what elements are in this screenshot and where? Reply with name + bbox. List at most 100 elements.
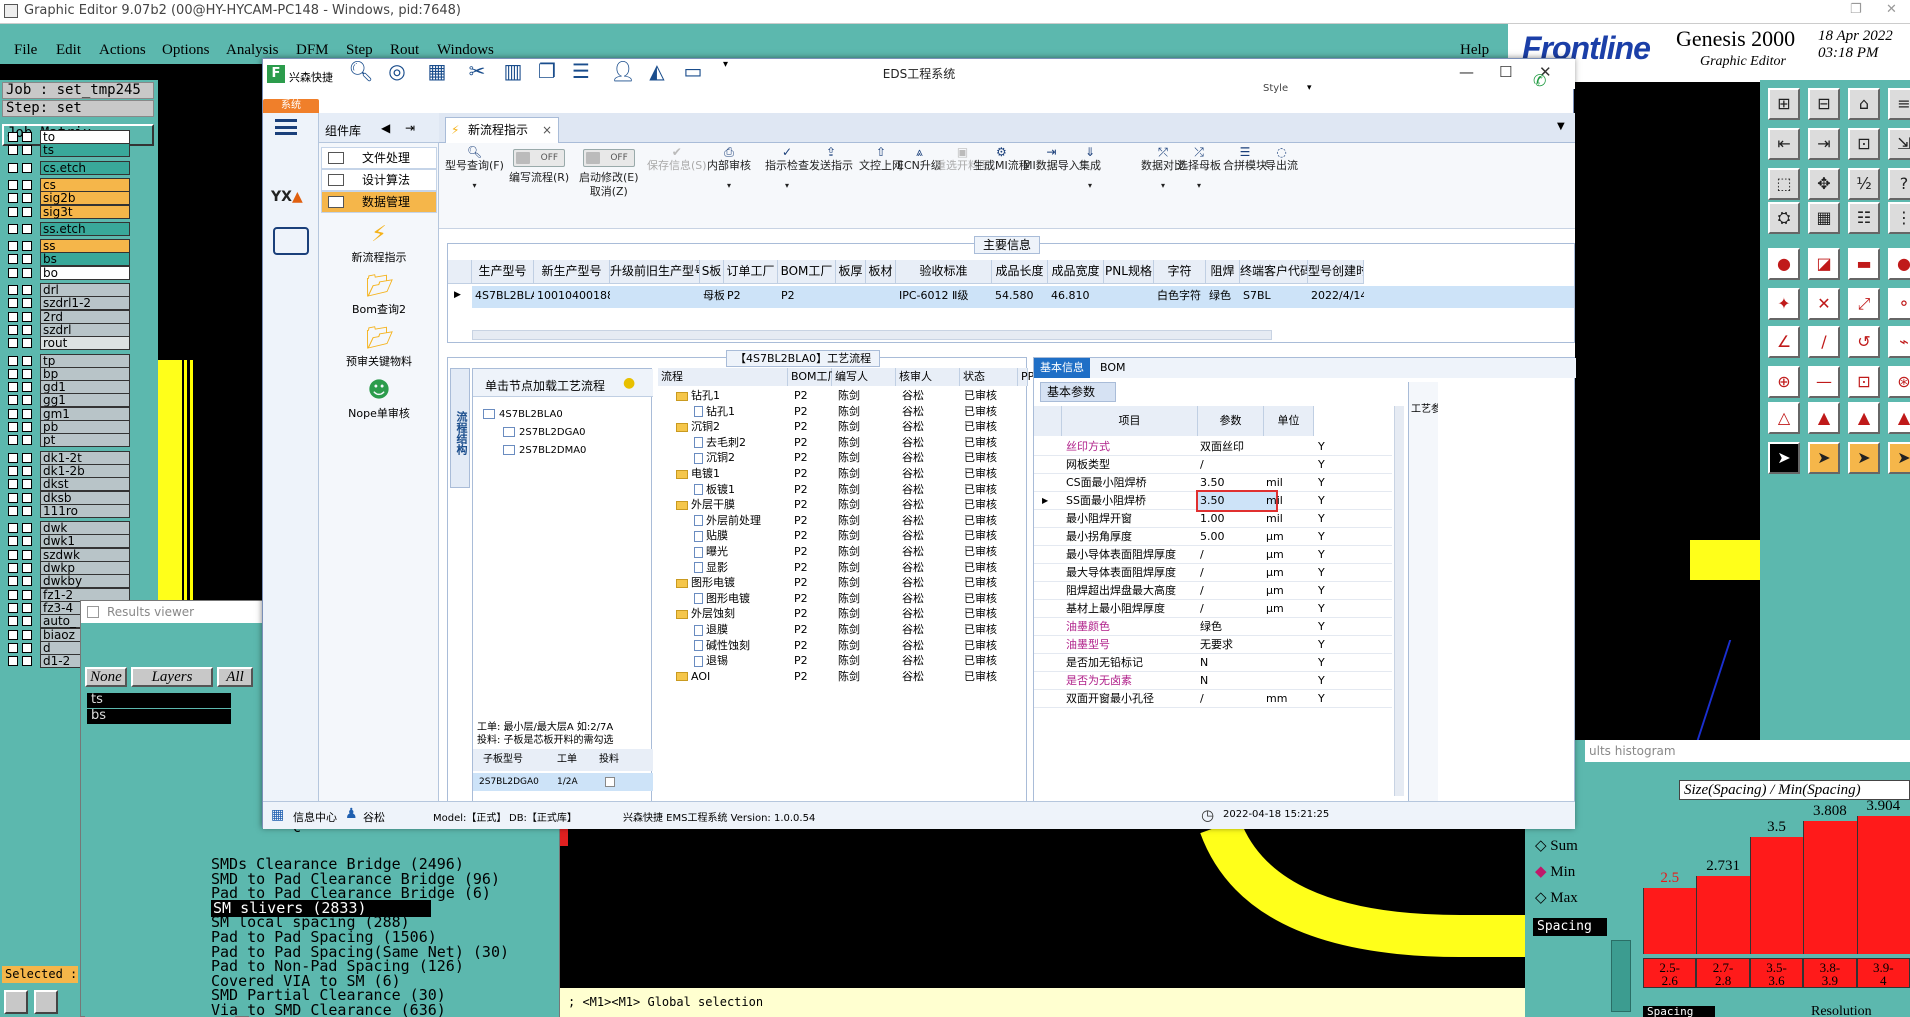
grid-cell[interactable]: 白色字符 <box>1154 286 1206 308</box>
layer-row[interactable]: ss <box>8 239 130 254</box>
layer-affected-box[interactable] <box>22 368 32 379</box>
layer-row[interactable]: bs <box>8 252 130 267</box>
flow-row[interactable]: 曝光 P2 陈剑 谷松 已审核 <box>658 544 1028 560</box>
toolbar-button[interactable]: ⇓ 集成 ▾ <box>1079 145 1101 193</box>
layer-checkbox[interactable] <box>8 465 18 476</box>
flow-row[interactable]: 钻孔1 P2 陈剑 谷松 已审核 <box>658 388 1028 404</box>
prop-column-header[interactable]: 参数 <box>1198 406 1264 436</box>
comp-item-data[interactable]: 数据管理 <box>321 191 437 213</box>
new-flow-shortcut[interactable]: ⚡ 新流程指示 <box>319 223 439 265</box>
layer-checkbox[interactable] <box>8 338 18 349</box>
prop-value[interactable]: / <box>1200 564 1204 582</box>
tool-wave-icon[interactable]: ⌁ <box>1888 326 1910 358</box>
grid-cell[interactable]: 2022/4/14 <box>1308 286 1364 308</box>
close-tab-icon[interactable]: × <box>542 118 552 142</box>
toolbar-button[interactable]: ⇪ 发送指示 <box>809 145 853 173</box>
grid-column-header[interactable]: 字符 <box>1154 260 1206 284</box>
histogram-scrollbar[interactable] <box>1611 940 1631 1012</box>
film-icon[interactable]: ▥ <box>499 59 527 83</box>
grid-column-header[interactable]: 订单工厂 <box>724 260 778 284</box>
layer-affected-box[interactable] <box>22 382 32 393</box>
flow-row[interactable]: 外层蚀刻 P2 陈剑 谷松 已审核 <box>658 606 1028 622</box>
tool-right-icon[interactable]: ⇥ <box>1808 128 1840 160</box>
tool-table-icon[interactable]: ☷ <box>1848 202 1880 234</box>
layer-checkbox[interactable] <box>8 563 18 573</box>
layer-affected-box[interactable] <box>22 241 32 252</box>
layer-checkbox[interactable] <box>8 267 18 278</box>
layer-checkbox[interactable] <box>8 642 18 653</box>
layer-affected-box[interactable] <box>22 223 32 234</box>
flow-row[interactable]: 图形电镀 P2 陈剑 谷松 已审核 <box>658 575 1028 591</box>
feed-checkbox[interactable] <box>605 777 615 787</box>
layer-affected-box[interactable] <box>22 162 32 173</box>
layer-affected-box[interactable] <box>22 523 32 534</box>
layer-affected-box[interactable] <box>22 338 32 349</box>
tool-home-icon[interactable]: ⌂ <box>1848 88 1880 120</box>
select-tool-icon[interactable] <box>4 990 28 1014</box>
prereview-shortcut[interactable]: 📂︎ 预审关键物料 <box>319 327 439 369</box>
tool-remove-icon[interactable]: ⊟ <box>1808 88 1840 120</box>
prop-row[interactable]: 网板类型 / Y <box>1034 456 1392 474</box>
flow-structure-tab[interactable]: 流程结构 <box>450 368 470 488</box>
prop-value[interactable]: 双面丝印 <box>1200 438 1244 456</box>
prop-row[interactable]: 最大导体表面阻焊厚度 / μm Y <box>1034 564 1392 582</box>
chart-icon[interactable]: ◭ <box>643 59 671 83</box>
prop-column-header[interactable]: 项目 <box>1062 406 1198 436</box>
grid-cell[interactable]: 4S7BL2BLA0 <box>472 286 534 308</box>
flow-row[interactable]: 退锡 P2 陈剑 谷松 已审核 <box>658 653 1028 669</box>
tool-target-icon[interactable]: ⊕ <box>1768 366 1800 398</box>
prop-row[interactable]: 基材上最小阻焊厚度 / μm Y <box>1034 600 1392 618</box>
grid-cell[interactable]: 54.580 <box>992 286 1048 308</box>
histogram-bar[interactable] <box>1696 876 1750 954</box>
layer-affected-box[interactable] <box>22 298 32 309</box>
layer-checkbox[interactable] <box>8 576 18 587</box>
flow-row[interactable]: 退膜 P2 陈剑 谷松 已审核 <box>658 622 1028 638</box>
flow-column-header[interactable]: 流程 <box>658 368 788 386</box>
layer-affected-box[interactable] <box>22 355 32 366</box>
layer-affected-box[interactable] <box>22 589 32 600</box>
grid-column-header[interactable]: S板 <box>700 260 724 284</box>
maximize-icon[interactable]: ☐ <box>1499 63 1512 81</box>
layer-checkbox[interactable] <box>8 589 18 600</box>
tool-dot-icon[interactable]: ● <box>1888 248 1910 280</box>
prop-value[interactable]: 3.50 <box>1196 490 1278 512</box>
layer-row[interactable]: dwk <box>8 521 130 536</box>
layer-checkbox[interactable] <box>8 452 18 463</box>
layer-checkbox[interactable] <box>8 311 18 322</box>
layer-checkbox[interactable] <box>8 549 18 560</box>
layer-checkbox[interactable] <box>8 479 18 490</box>
layer-affected-box[interactable] <box>22 549 32 560</box>
tool-resize-icon[interactable]: ⇲ <box>1888 128 1910 160</box>
flow-row[interactable]: 图形电镀 P2 陈剑 谷松 已审核 <box>658 591 1028 607</box>
grid-icon[interactable]: ▦ <box>423 59 451 83</box>
histogram-bar[interactable] <box>1643 888 1697 954</box>
layer-row[interactable]: sig2b <box>8 191 130 206</box>
layer-checkbox[interactable] <box>8 395 18 406</box>
layer-checkbox[interactable] <box>8 656 18 667</box>
style-label[interactable]: Style <box>1263 83 1288 94</box>
histogram-bar[interactable] <box>1803 820 1857 954</box>
dropdown-arrow-icon[interactable]: ▾ <box>1177 179 1221 193</box>
grid-column-header[interactable]: 验收标准 <box>896 260 992 284</box>
flow-column-header[interactable]: BOM工厂 <box>788 368 839 386</box>
layer-affected-box[interactable] <box>22 206 32 217</box>
layers-button[interactable]: Layers <box>131 667 213 687</box>
flow-row[interactable]: 碱性蚀刻 P2 陈剑 谷松 已审核 <box>658 638 1028 654</box>
layer-checkbox[interactable] <box>8 145 18 156</box>
nope-review-shortcut[interactable]: ☻ Nope单审核 <box>319 379 439 421</box>
layer-affected-box[interactable] <box>22 602 32 613</box>
toggle-switch[interactable]: OFF <box>513 149 566 167</box>
toolbar-button[interactable]: ☰ 合拼模块 <box>1223 145 1267 173</box>
layer-row[interactable]: dksb <box>8 490 130 505</box>
layer-row[interactable]: gm1 <box>8 406 130 421</box>
layer-checkbox[interactable] <box>8 223 18 234</box>
grid-cell[interactable] <box>866 286 896 308</box>
flow-row[interactable]: 显影 P2 陈剑 谷松 已审核 <box>658 560 1028 576</box>
layer-affected-box[interactable] <box>22 254 32 265</box>
layer-checkbox[interactable] <box>8 435 18 446</box>
histogram-bin-label[interactable]: 2.5- 2.6 <box>1643 958 1697 988</box>
grid-cell[interactable]: IPC-6012 Ⅱ级 <box>896 286 992 308</box>
prop-row[interactable]: CS面最小阻焊桥 3.50 mil Y <box>1034 474 1392 492</box>
layer-row[interactable]: cs.etch <box>8 160 130 175</box>
tool-pointer-icon[interactable]: ➤ <box>1808 442 1840 474</box>
